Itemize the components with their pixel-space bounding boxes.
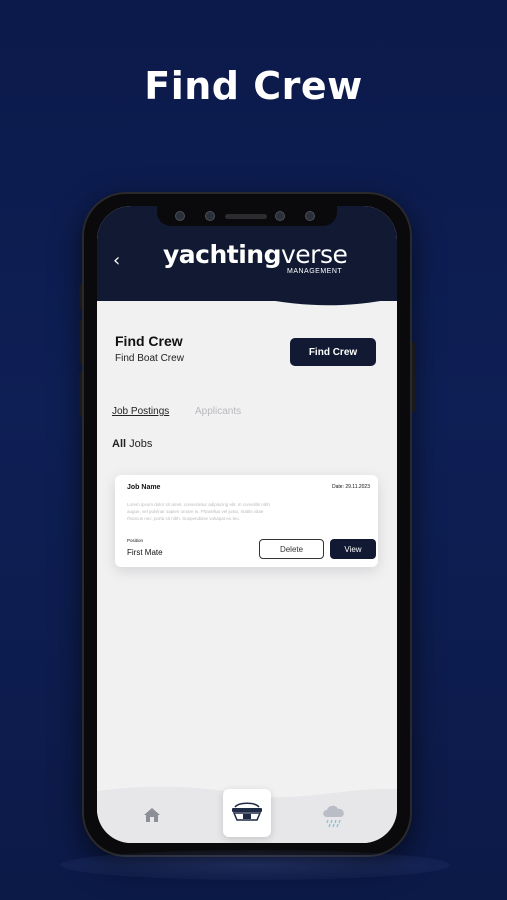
page-title: Find Crew (115, 333, 183, 349)
volume-button (79, 320, 82, 364)
volume-button (79, 284, 82, 310)
page-subtitle: Find Boat Crew (115, 353, 184, 364)
app-screen: ‹ yachtingverse MANAGEMENT Find Crew Fin… (97, 206, 397, 843)
tab-job-postings[interactable]: Job Postings (112, 406, 169, 417)
notch (157, 206, 337, 226)
marketing-headline: Find Crew (144, 64, 363, 108)
position-label: Position (127, 538, 144, 543)
bottom-nav (97, 781, 397, 843)
header-wave (97, 284, 397, 306)
speaker-grille (225, 214, 267, 219)
phone-frame: ‹ yachtingverse MANAGEMENT Find Crew Fin… (79, 192, 415, 857)
job-name: Job Name (127, 484, 161, 491)
home-icon[interactable] (143, 807, 161, 828)
camera-icon (205, 211, 215, 221)
camera-icon (305, 211, 315, 221)
job-description: Lorem ipsum dolor sit amet, consectetur … (127, 502, 270, 521)
camera-icon (175, 211, 185, 221)
chevron-left-icon[interactable]: ‹ (113, 250, 120, 271)
find-crew-button[interactable]: Find Crew (290, 338, 376, 366)
app-logo: yachtingverse (163, 240, 348, 269)
phone-glow (60, 850, 450, 880)
weather-rain-icon[interactable] (319, 803, 349, 834)
view-button[interactable]: View (330, 539, 376, 559)
job-date: Date: 29.11.2023 (332, 484, 370, 490)
power-button (412, 342, 415, 412)
tab-applicants[interactable]: Applicants (195, 406, 241, 417)
boat-icon[interactable] (223, 789, 271, 837)
position-value: First Mate (127, 548, 163, 557)
logo-subtitle: MANAGEMENT (287, 268, 343, 275)
list-heading: All Jobs (112, 438, 153, 450)
camera-icon (275, 211, 285, 221)
job-card[interactable]: Job Name Date: 29.11.2023 Lorem ipsum do… (115, 475, 378, 567)
delete-button[interactable]: Delete (259, 539, 324, 559)
volume-button (79, 372, 82, 416)
